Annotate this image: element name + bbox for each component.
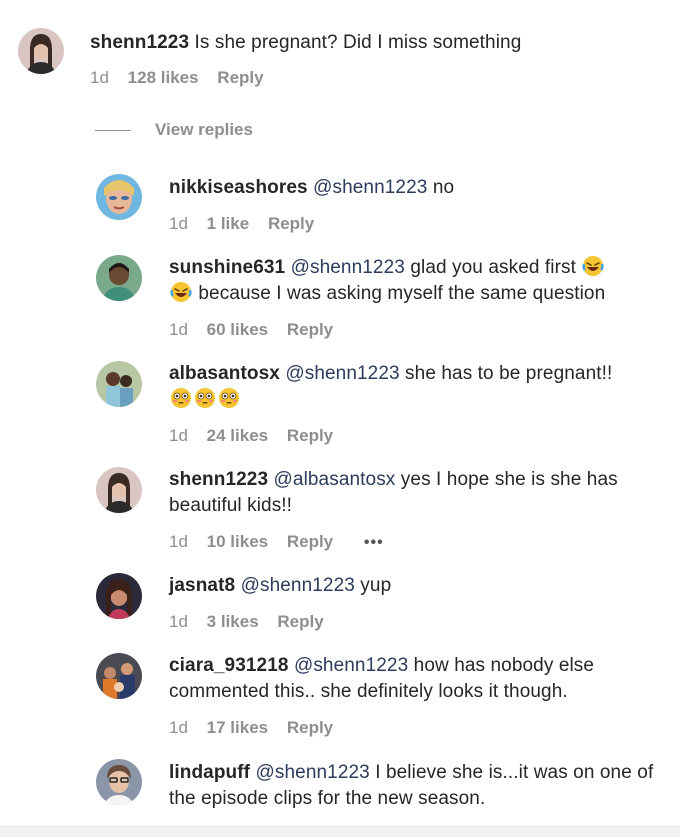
comment-username[interactable]: jasnat8: [169, 575, 235, 596]
comment-username[interactable]: nikkiseashores: [169, 177, 308, 198]
comment-mention[interactable]: @albasantosx: [274, 469, 396, 490]
comment-time: 1d: [169, 612, 188, 631]
view-replies-button[interactable]: View replies: [95, 118, 253, 142]
comment-time: 1d: [169, 214, 188, 233]
comment-likes[interactable]: 10 likes: [207, 532, 268, 551]
more-options-icon[interactable]: •••: [364, 533, 384, 553]
comment-text: glad you asked first: [410, 257, 577, 278]
comment-time: 1d: [90, 68, 109, 87]
avatar[interactable]: [96, 467, 142, 513]
comment-likes[interactable]: 128 likes: [128, 68, 199, 87]
comment-username[interactable]: shenn1223: [90, 32, 189, 53]
view-replies-label[interactable]: View replies: [155, 120, 253, 140]
comment-body: lindapuff @shenn1223 I believe she is...…: [169, 760, 664, 812]
flushed-face-emoji-icon: [194, 387, 216, 409]
flushed-face-emoji-icon: [170, 387, 192, 409]
avatar[interactable]: [96, 759, 142, 805]
comment-mention[interactable]: @shenn1223: [291, 257, 405, 278]
comment-likes[interactable]: 3 likes: [207, 612, 259, 631]
comment-body: shenn1223 Is she pregnant? Did I miss so…: [90, 30, 650, 56]
comment-body: shenn1223 @albasantosx yes I hope she is…: [169, 467, 664, 519]
avatar[interactable]: [96, 573, 142, 619]
reply-button[interactable]: Reply: [217, 68, 263, 87]
reply-button[interactable]: Reply: [268, 214, 314, 233]
comment-body: albasantosx @shenn1223 she has to be pre…: [169, 361, 659, 413]
comment-username[interactable]: ciara_931218: [169, 655, 289, 676]
avatar[interactable]: [96, 361, 142, 407]
comment-meta: 1d 10 likes Reply •••: [169, 532, 398, 553]
comment-body: ciara_931218 @shenn1223 how has nobody e…: [169, 653, 659, 705]
comment-username[interactable]: sunshine631: [169, 257, 285, 278]
reply-button[interactable]: Reply: [287, 426, 333, 445]
avatar[interactable]: [96, 653, 142, 699]
avatar[interactable]: [96, 255, 142, 301]
comment-text: yup: [360, 575, 392, 596]
comment-username[interactable]: lindapuff: [169, 762, 250, 783]
comment-likes[interactable]: 17 likes: [207, 718, 268, 737]
reply-button[interactable]: Reply: [287, 718, 333, 737]
comment-username[interactable]: albasantosx: [169, 363, 280, 384]
comment-body: jasnat8 @shenn1223 yup: [169, 573, 659, 599]
comment-likes[interactable]: 1 like: [207, 214, 250, 233]
avatar[interactable]: [18, 28, 64, 74]
comment-likes[interactable]: 24 likes: [207, 426, 268, 445]
divider-line: [95, 129, 131, 131]
comment-mention[interactable]: @shenn1223: [285, 363, 399, 384]
comment-meta: 1d 128 likes Reply: [90, 68, 278, 88]
comment-time: 1d: [169, 320, 188, 339]
comment-meta: 1d 17 likes Reply: [169, 718, 347, 738]
comment-meta: 1d 1 like Reply: [169, 214, 328, 234]
comment-likes[interactable]: 60 likes: [207, 320, 268, 339]
comment-body: nikkiseashores @shenn1223 no: [169, 175, 659, 201]
scroll-edge: [0, 826, 680, 837]
comment-meta: 1d 24 likes Reply: [169, 426, 347, 446]
laughing-crying-emoji-icon: [582, 255, 604, 277]
avatar[interactable]: [96, 174, 142, 220]
comment-username[interactable]: shenn1223: [169, 469, 268, 490]
comment-time: 1d: [169, 532, 188, 551]
comment-meta: 1d 60 likes Reply: [169, 320, 347, 340]
comment-mention[interactable]: @shenn1223: [313, 177, 427, 198]
comment-text: she has to be pregnant!!: [405, 363, 613, 384]
comment-text: because I was asking myself the same que…: [198, 283, 606, 304]
reply-button[interactable]: Reply: [287, 320, 333, 339]
reply-button[interactable]: Reply: [277, 612, 323, 631]
comment-body: sunshine631 @shenn1223 glad you asked fi…: [169, 255, 659, 307]
comment-text: no: [432, 177, 455, 198]
flushed-face-emoji-icon: [218, 387, 240, 409]
laughing-crying-emoji-icon: [170, 281, 192, 303]
comment-text: Is she pregnant? Did I miss something: [194, 32, 522, 53]
comment-mention[interactable]: @shenn1223: [241, 575, 355, 596]
comment-meta: 1d 3 likes Reply: [169, 612, 338, 632]
comment-mention[interactable]: @shenn1223: [294, 655, 408, 676]
reply-button[interactable]: Reply: [287, 532, 333, 551]
comment-time: 1d: [169, 426, 188, 445]
comment-time: 1d: [169, 718, 188, 737]
comments-panel: shenn1223 Is she pregnant? Did I miss so…: [0, 0, 680, 837]
comment-mention[interactable]: @shenn1223: [256, 762, 370, 783]
